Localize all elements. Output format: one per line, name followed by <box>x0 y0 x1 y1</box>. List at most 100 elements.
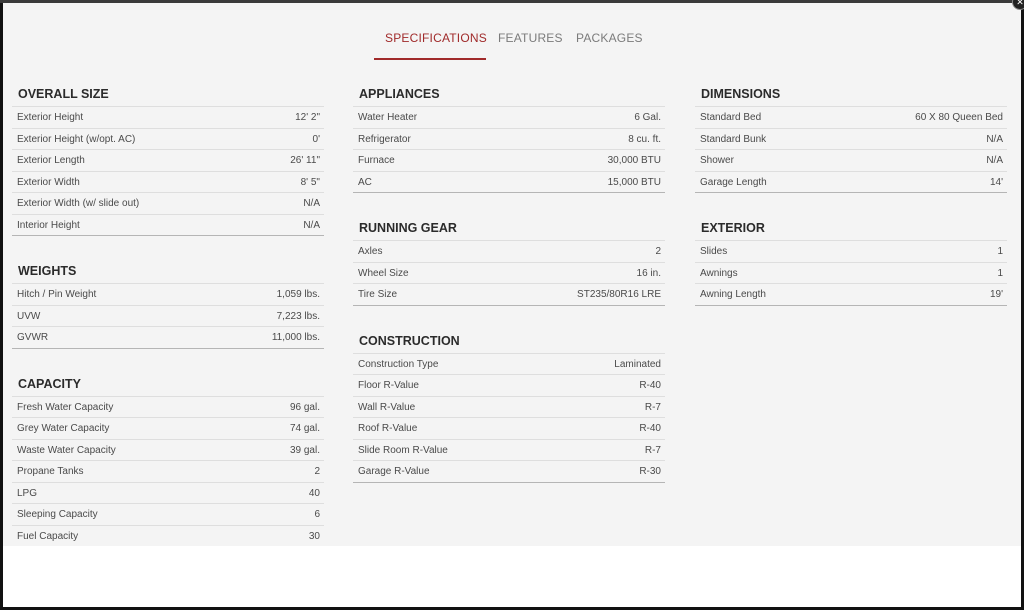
spec-value: ST235/80R16 LRE <box>577 289 661 300</box>
spec-row: Sleeping Capacity 6 <box>12 504 324 526</box>
spec-row: Wall R-Value R-7 <box>353 397 665 418</box>
active-tab-underline <box>374 58 486 60</box>
tab-features[interactable]: FEATURES <box>498 31 563 45</box>
spec-value: 74 gal. <box>289 423 320 434</box>
spec-label: Fresh Water Capacity <box>17 401 114 413</box>
spec-row: Garage R-Value R-30 <box>353 461 665 483</box>
panel-footer-area <box>3 546 1021 607</box>
spec-label: Sleeping Capacity <box>17 509 98 520</box>
spec-row: Standard Bunk N/A <box>695 129 1007 150</box>
spec-label: Floor R-Value <box>358 380 419 391</box>
spec-label: Wheel Size <box>358 267 409 279</box>
spec-label: Shower <box>700 155 734 166</box>
spec-column-3: DIMENSIONS Standard Bed 60 X 80 Queen Bed S… <box>695 83 1007 306</box>
spec-value: 14' <box>989 176 1003 188</box>
spec-row: Exterior Width 8' 5" <box>12 172 324 193</box>
spec-section: WEIGHTS Hitch / Pin Weight 1,059 lbs. UVW 7,… <box>12 260 324 349</box>
spec-value: 96 gal. <box>289 401 320 413</box>
spec-row: Construction Type Laminated <box>353 354 665 375</box>
spec-label: Slides <box>700 246 728 257</box>
spec-label: Exterior Height (w/opt. AC) <box>17 133 136 145</box>
spec-value: N/A <box>303 219 320 231</box>
spec-label: Propane Tanks <box>17 466 84 477</box>
spec-value: R-30 <box>639 466 661 477</box>
spec-row: Exterior Length 26' 11" <box>12 150 324 172</box>
spec-panel: SPECIFICATIONS FEATURES PACKAGES OVERALL… <box>3 3 1021 607</box>
spec-row: Waste Water Capacity 39 gal. <box>12 440 324 461</box>
spec-label: Water Heater <box>358 112 418 123</box>
tab-packages[interactable]: PACKAGES <box>576 31 643 45</box>
spec-label: Exterior Width (w/ slide out) <box>17 198 140 209</box>
spec-label: Garage Length <box>700 176 767 188</box>
spec-row: Wheel Size 16 in. <box>353 263 665 284</box>
spec-value: 60 X 80 Queen Bed <box>915 112 1003 123</box>
spec-label: Grey Water Capacity <box>17 423 110 434</box>
spec-label: LPG <box>17 487 38 499</box>
spec-value: 2 <box>314 466 320 477</box>
spec-value: 11,000 lbs. <box>271 332 320 343</box>
spec-label: Furnace <box>358 155 395 166</box>
spec-value: 26' 11" <box>290 155 320 166</box>
spec-row: Grey Water Capacity 74 gal. <box>12 418 324 440</box>
spec-value: R-40 <box>639 423 661 434</box>
spec-value: R-7 <box>644 401 661 413</box>
spec-row: AC 15,000 BTU <box>353 172 665 193</box>
spec-label: Exterior Height <box>17 112 84 123</box>
tab-bar: SPECIFICATIONS FEATURES PACKAGES <box>3 28 1021 62</box>
spec-value: 16 in. <box>636 267 661 279</box>
spec-label: Awning Length <box>700 289 766 300</box>
spec-label: Exterior Width <box>17 176 80 188</box>
spec-label: UVW <box>17 310 41 322</box>
spec-row: Exterior Height (w/opt. AC) 0' <box>12 129 324 150</box>
spec-row: Hitch / Pin Weight 1,059 lbs. <box>12 284 324 306</box>
spec-label: Waste Water Capacity <box>17 444 116 456</box>
spec-row: Water Heater 6 Gal. <box>353 107 665 129</box>
spec-section: EXTERIOR Slides 1 Awnings 1 Awning Length 19' <box>695 217 1007 306</box>
spec-value: 1,059 lbs. <box>276 289 320 300</box>
spec-row: Floor R-Value R-40 <box>353 375 665 397</box>
spec-column-1: OVERALL SIZE Exterior Height 12' 2" Exterio… <box>12 83 324 547</box>
spec-value: 39 gal. <box>289 444 320 456</box>
spec-value: N/A <box>303 198 320 209</box>
spec-section: APPLIANCES Water Heater 6 Gal. Refrigerator… <box>353 83 665 193</box>
spec-label: Standard Bunk <box>700 133 767 145</box>
spec-value: 8' 5" <box>300 176 320 188</box>
section-title: WEIGHTS <box>12 260 324 284</box>
section-title: APPLIANCES <box>353 83 665 107</box>
spec-row: Interior Height N/A <box>12 215 324 236</box>
spec-label: Slide Room R-Value <box>358 444 448 456</box>
spec-section: CAPACITY Fresh Water Capacity 96 gal. Grey … <box>12 373 324 547</box>
tab-specifications[interactable]: SPECIFICATIONS <box>385 31 487 45</box>
spec-value: 2 <box>655 246 661 257</box>
spec-value: 1 <box>997 267 1003 279</box>
spec-value: 7,223 lbs. <box>276 310 320 322</box>
spec-label: Tire Size <box>358 289 398 300</box>
spec-row: Garage Length 14' <box>695 172 1007 193</box>
spec-row: Axles 2 <box>353 241 665 263</box>
spec-label: Standard Bed <box>700 112 762 123</box>
spec-row: Awning Length 19' <box>695 284 1007 306</box>
spec-value: 8 cu. ft. <box>628 133 661 145</box>
spec-row: Slides 1 <box>695 241 1007 263</box>
spec-row: Slide Room R-Value R-7 <box>353 440 665 461</box>
spec-row: Roof R-Value R-40 <box>353 418 665 440</box>
spec-label: AC <box>358 176 372 188</box>
spec-section: RUNNING GEAR Axles 2 Wheel Size 16 in. Tire S… <box>353 217 665 306</box>
spec-section: OVERALL SIZE Exterior Height 12' 2" Exterio… <box>12 83 324 236</box>
spec-value: 19' <box>989 289 1003 300</box>
spec-section: CONSTRUCTION Construction Type Laminated Fl… <box>353 330 665 483</box>
spec-row: Exterior Height 12' 2" <box>12 107 324 129</box>
section-title: CAPACITY <box>12 373 324 397</box>
spec-label: Refrigerator <box>358 133 411 145</box>
section-title: CONSTRUCTION <box>353 330 665 354</box>
section-title: OVERALL SIZE <box>12 83 324 107</box>
spec-column-2: APPLIANCES Water Heater 6 Gal. Refrigerator… <box>353 83 665 483</box>
spec-row: UVW 7,223 lbs. <box>12 306 324 327</box>
spec-row: GVWR 11,000 lbs. <box>12 327 324 349</box>
spec-row: LPG 40 <box>12 483 324 504</box>
